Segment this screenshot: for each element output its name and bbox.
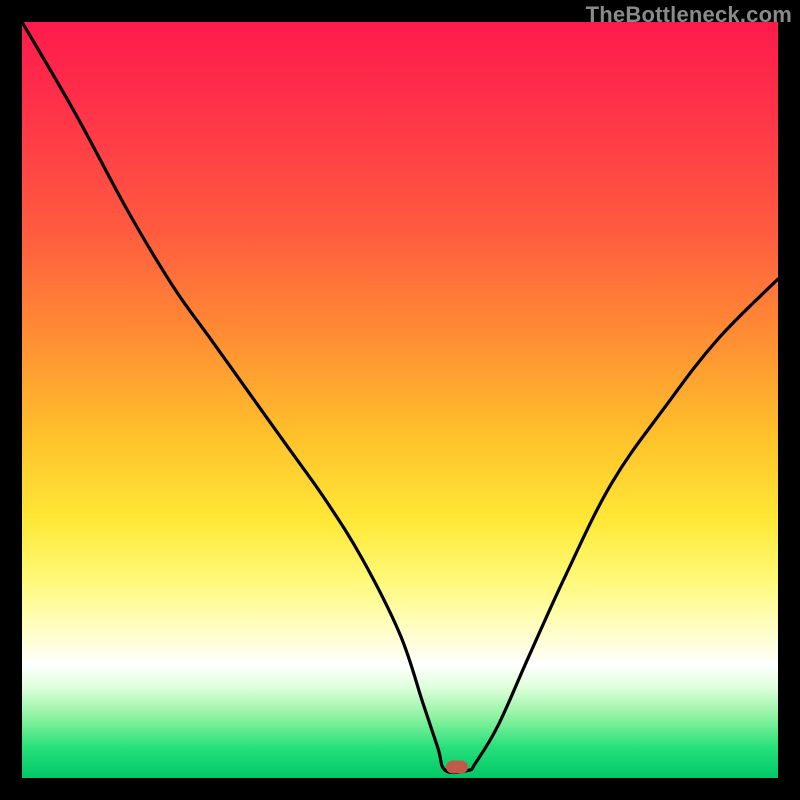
chart-frame: TheBottleneck.com bbox=[0, 0, 800, 800]
watermark-text: TheBottleneck.com bbox=[586, 2, 792, 28]
bottleneck-marker bbox=[446, 761, 468, 774]
bottleneck-curve bbox=[22, 22, 778, 778]
plot-area bbox=[22, 22, 778, 778]
curve-path bbox=[22, 22, 778, 773]
